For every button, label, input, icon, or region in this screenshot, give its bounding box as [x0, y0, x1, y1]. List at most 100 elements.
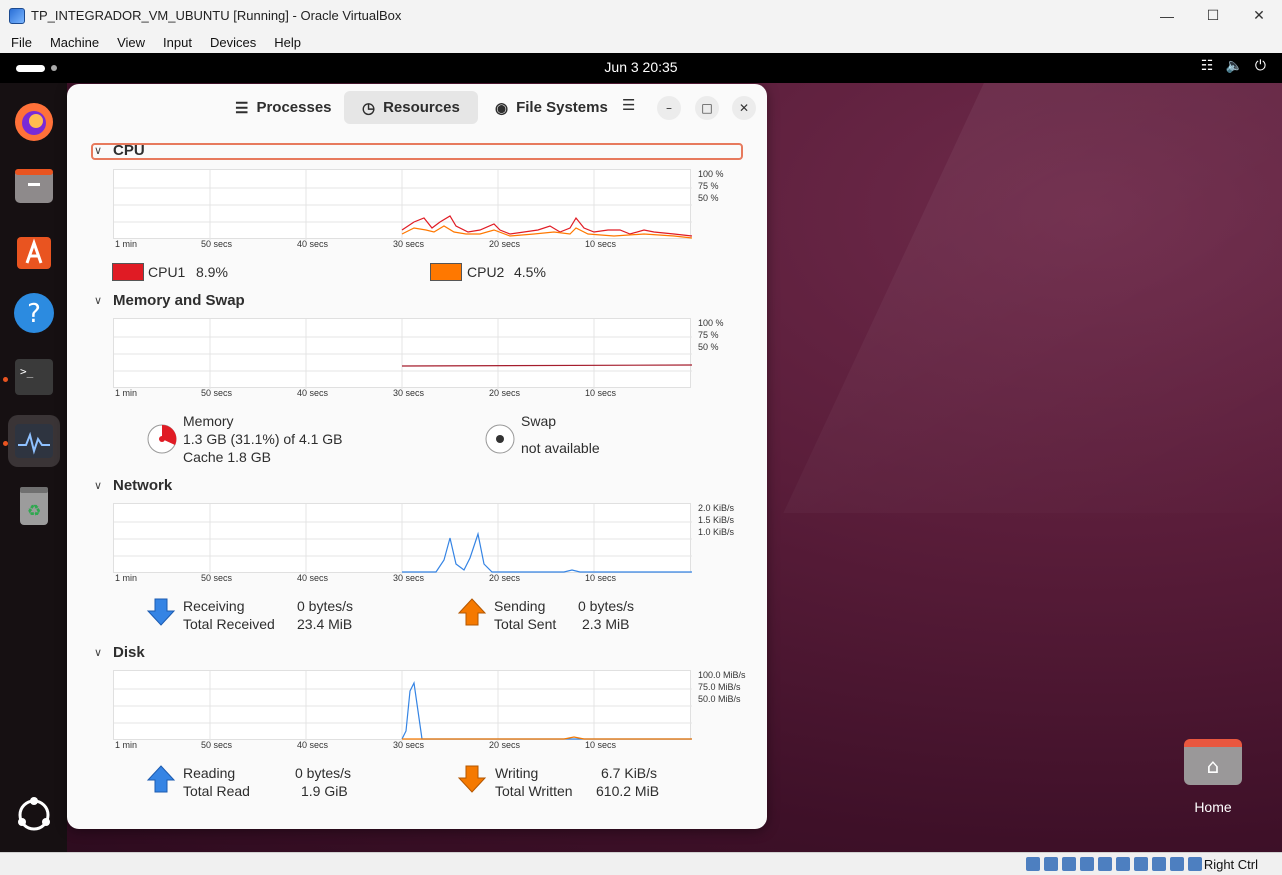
chevron-down-icon[interactable]: ∨	[94, 294, 102, 307]
dock-help[interactable]: ?	[8, 287, 60, 339]
cpu-graph-plot	[114, 170, 692, 240]
cpu2-color-swatch[interactable]	[430, 263, 462, 281]
reading-arrow-icon[interactable]	[146, 764, 176, 794]
firefox-icon	[15, 103, 53, 141]
total-received-label: Total Received	[183, 616, 275, 632]
tab-resources[interactable]: ◷ Resources	[344, 91, 478, 124]
time-axis-label: 40 secs	[297, 239, 329, 249]
system-tray[interactable]: ☷ 🔈 ⏻	[1201, 58, 1266, 74]
swap-pie-icon[interactable]	[484, 423, 516, 455]
chevron-down-icon[interactable]: ∨	[94, 144, 102, 157]
time-axis-label: 30 secs	[393, 239, 425, 249]
network-adapter-icon[interactable]	[1080, 857, 1094, 871]
menu-input[interactable]: Input	[152, 35, 199, 50]
dock-app-center[interactable]	[8, 223, 60, 275]
cpu-graph	[113, 169, 692, 240]
shared-folders-icon[interactable]	[1116, 857, 1130, 871]
cpu1-color-swatch[interactable]	[112, 263, 144, 281]
time-axis-label: 1 min	[115, 740, 138, 750]
menu-view[interactable]: View	[106, 35, 152, 50]
time-axis-label: 1 min	[115, 573, 138, 583]
swap-value: not available	[521, 440, 600, 456]
hamburger-menu-icon[interactable]: ☰	[622, 96, 635, 114]
total-read-value: 1.9 GiB	[301, 783, 348, 799]
time-axis-label: 20 secs	[489, 239, 521, 249]
sending-arrow-icon[interactable]	[457, 597, 487, 627]
menu-file[interactable]: File	[0, 35, 39, 50]
dock-terminal[interactable]: >_	[8, 351, 60, 403]
memory-trace	[401, 364, 692, 367]
tab-processes[interactable]: ☰ Processes	[217, 91, 350, 124]
disk-graph-plot	[114, 671, 692, 741]
minimize-button[interactable]: —	[1144, 0, 1190, 31]
writing-value: 6.7 KiB/s	[601, 765, 658, 781]
writing-label: Writing	[495, 765, 539, 781]
audio-icon[interactable]	[1062, 857, 1076, 871]
dock-trash[interactable]: ♻	[8, 479, 60, 531]
total-sent-label: Total Sent	[494, 616, 557, 632]
receiving-arrow-icon[interactable]	[146, 597, 176, 627]
disk-graph	[113, 670, 692, 741]
home-folder-icon[interactable]: ⌂	[1184, 739, 1242, 785]
total-written-value: 610.2 MiB	[596, 783, 660, 799]
svg-text:♻: ♻	[27, 501, 41, 520]
list-icon: ☰	[235, 99, 249, 117]
window-maximize-button[interactable]: □	[695, 96, 719, 120]
dock-firefox[interactable]	[8, 95, 60, 147]
total-written-label: Total Written	[495, 783, 573, 799]
network-section-title[interactable]: Network	[113, 477, 172, 494]
reading-label: Reading	[183, 765, 236, 781]
cpu1-value: 8.9%	[196, 264, 228, 280]
cpu1-label: CPU1	[148, 264, 186, 280]
time-axis-label: 10 secs	[585, 239, 617, 249]
recording-icon[interactable]	[1152, 857, 1166, 871]
menu-devices[interactable]: Devices	[199, 35, 263, 50]
ubuntu-logo-icon	[18, 797, 50, 831]
menu-help[interactable]: Help	[263, 35, 308, 50]
dock-system-monitor[interactable]	[8, 415, 60, 467]
memory-graph-plot	[114, 319, 692, 389]
app-center-icon	[17, 237, 51, 269]
window-minimize-button[interactable]: –	[657, 96, 681, 120]
sending-label: Sending	[494, 598, 546, 614]
total-sent-value: 2.3 MiB	[582, 616, 630, 632]
mouse-integration-icon[interactable]	[1188, 857, 1202, 871]
dock-files[interactable]	[8, 159, 60, 211]
memory-section-title[interactable]: Memory and Swap	[113, 292, 245, 309]
memory-label: Memory	[183, 413, 234, 429]
cpu-icon[interactable]	[1170, 857, 1184, 871]
gauge-icon: ◷	[362, 99, 376, 117]
clock[interactable]: Jun 3 20:35	[0, 59, 1282, 75]
time-axis-label: 10 secs	[585, 573, 617, 583]
system-monitor-window: ☰ Processes ◷ Resources ◉ File Systems ☰…	[67, 84, 767, 829]
disk-section-title[interactable]: Disk	[113, 644, 145, 661]
time-axis-label: 30 secs	[393, 573, 425, 583]
maximize-button[interactable]: ☐	[1190, 0, 1236, 31]
chevron-down-icon[interactable]: ∨	[94, 646, 102, 659]
time-axis-label: 40 secs	[297, 573, 329, 583]
time-axis-label: 20 secs	[489, 740, 521, 750]
writing-arrow-icon[interactable]	[457, 764, 487, 794]
usb-icon[interactable]	[1098, 857, 1112, 871]
device-status-icons[interactable]	[1026, 857, 1202, 871]
chevron-down-icon[interactable]: ∨	[94, 479, 102, 492]
disk-icon: ◉	[495, 99, 509, 117]
display-icon[interactable]	[1134, 857, 1148, 871]
hdd-icon[interactable]	[1026, 857, 1040, 871]
tab-file-systems[interactable]: ◉ File Systems	[477, 91, 626, 124]
files-icon	[15, 169, 53, 203]
window-close-button[interactable]: ✕	[732, 96, 756, 120]
dock-show-apps[interactable]	[8, 789, 60, 841]
close-button[interactable]: ✕	[1236, 0, 1282, 31]
top-bar: Jun 3 20:35 ☷ 🔈 ⏻	[0, 53, 1282, 83]
memory-pie-icon[interactable]	[146, 423, 178, 455]
total-received-value: 23.4 MiB	[297, 616, 353, 632]
home-folder-label[interactable]: Home	[1180, 799, 1246, 815]
swap-label: Swap	[521, 413, 557, 429]
cpu-section-title[interactable]: CPU	[113, 142, 145, 159]
trash-icon: ♻	[20, 487, 48, 525]
menu-machine[interactable]: Machine	[39, 35, 106, 50]
optical-drive-icon[interactable]	[1044, 857, 1058, 871]
sending-value: 0 bytes/s	[578, 598, 635, 614]
host-key-label: Right Ctrl	[1203, 857, 1258, 872]
